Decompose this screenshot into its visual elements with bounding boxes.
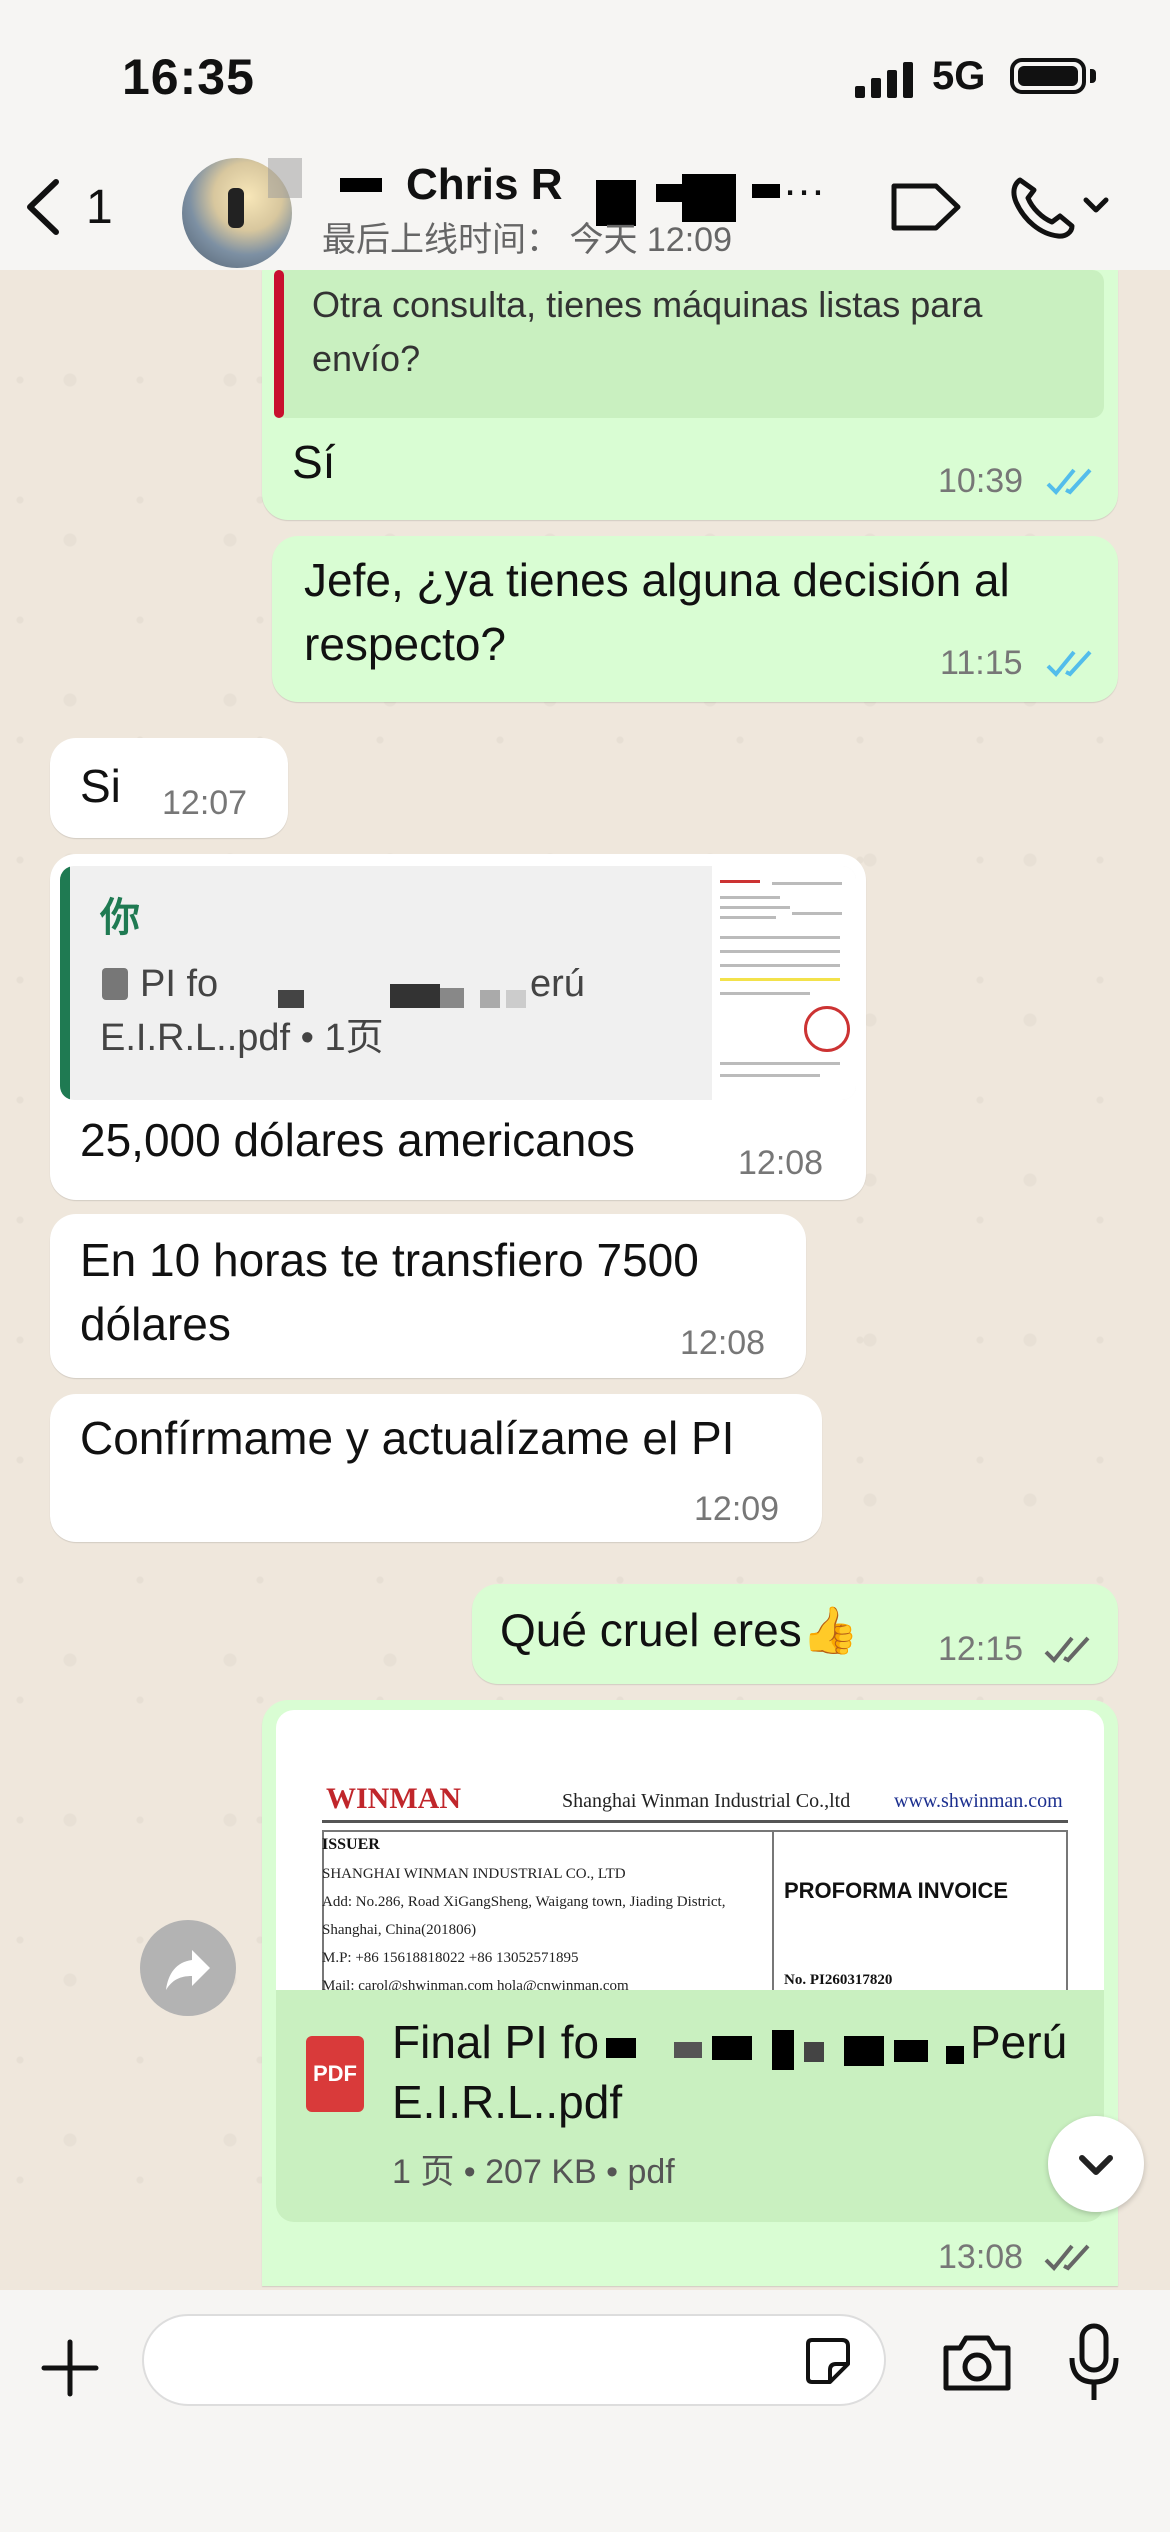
chat-header: 1 Chris R … 最后上线时间： 今天 12:09 xyxy=(0,150,1170,270)
outgoing-document-message[interactable]: WINMAN Shanghai Winman Industrial Co.,lt… xyxy=(262,1700,1118,2286)
quote-text: Otra consulta, tienes máquinas listas pa… xyxy=(312,284,983,379)
message-time: 10:39 xyxy=(938,462,1024,500)
last-seen-status: 最后上线时间： 今天 12:09 xyxy=(322,221,732,259)
back-button[interactable]: 1 xyxy=(20,172,113,242)
incoming-message[interactable]: En 10 horas te transfiero 7500 dólares 1… xyxy=(50,1214,806,1378)
redaction-mark xyxy=(674,2042,702,2058)
message-time: 11:15 xyxy=(940,644,1023,682)
forward-icon xyxy=(166,1950,210,1990)
issuer-label: ISSUER xyxy=(322,1836,380,1853)
message-time: 12:09 xyxy=(694,1490,780,1528)
company-title: Shanghai Winman Industrial Co.,ltd xyxy=(562,1790,851,1812)
redaction-mark xyxy=(946,2046,964,2064)
video-call-icon[interactable] xyxy=(886,176,964,238)
status-time: 16:35 xyxy=(122,49,255,105)
read-ticks-icon xyxy=(1046,468,1092,495)
network-type: 5G xyxy=(932,54,986,98)
redaction-mark xyxy=(340,178,382,192)
message-time: 12:07 xyxy=(162,784,248,822)
redaction-mark xyxy=(656,184,682,202)
incoming-message[interactable]: Confírmame y actualízame el PI 12:09 xyxy=(50,1394,822,1542)
redaction-mark xyxy=(440,988,464,1008)
plus-icon[interactable] xyxy=(40,2338,100,2398)
signal-icon xyxy=(855,60,915,98)
delivered-ticks-icon xyxy=(1044,1636,1090,1663)
quote-doc-name-end: erú xyxy=(530,963,585,1005)
outgoing-message[interactable]: Qué cruel eres👍 12:15 xyxy=(472,1584,1118,1684)
invoice-number: No. PI260317820 xyxy=(784,1972,893,1988)
message-text: 25,000 dólares americanos xyxy=(80,1114,635,1166)
quote-bar xyxy=(60,866,70,1100)
file-meta: 1 页 • 207 KB • pdf xyxy=(392,2153,675,2191)
name-ellipsis: … xyxy=(782,156,826,205)
forward-button[interactable] xyxy=(140,1920,236,2016)
message-text: Si xyxy=(80,760,121,812)
quoted-document[interactable]: 你 PI fo erú E.I.R.L..pdf • 1页 xyxy=(60,866,856,1100)
chevron-down-icon xyxy=(1079,2155,1113,2175)
file-name-line2: E.I.R.L..pdf xyxy=(392,2076,623,2128)
phone-icon[interactable] xyxy=(1006,170,1116,242)
redaction-mark xyxy=(844,2036,884,2066)
message-input[interactable] xyxy=(142,2314,886,2406)
invoice-table xyxy=(322,1830,1068,2000)
outgoing-message[interactable]: Jefe, ¿ya tienes alguna decisión al resp… xyxy=(272,536,1118,702)
message-time: 12:08 xyxy=(738,1144,824,1182)
battery-icon xyxy=(1010,58,1086,94)
document-preview[interactable]: WINMAN Shanghai Winman Industrial Co.,lt… xyxy=(276,1710,1104,2000)
camera-icon[interactable] xyxy=(940,2332,1014,2394)
document-info-card[interactable]: PDF Final PI fo Perú E.I.R.L..pdf 1 页 • … xyxy=(276,1990,1104,2222)
pdf-icon-label: PDF xyxy=(313,2061,357,2086)
redaction-mark xyxy=(804,2042,824,2062)
brand-logo: WINMAN xyxy=(326,1782,461,1815)
message-time: 12:15 xyxy=(938,1630,1024,1668)
file-name: Final PI fo xyxy=(392,2016,600,2068)
message-time: 13:08 xyxy=(938,2238,1024,2276)
quote-bar xyxy=(274,270,284,418)
contact-name[interactable]: Chris R xyxy=(406,160,562,210)
chevron-left-icon xyxy=(27,179,59,235)
document-icon xyxy=(102,968,128,1000)
redaction-mark xyxy=(390,984,440,1008)
composer-bar xyxy=(0,2290,1170,2532)
message-text: En 10 horas te transfiero 7500 dólares xyxy=(80,1234,699,1350)
issuer-address: Add: No.286, Road XiGangSheng, Waigang t… xyxy=(322,1894,726,1910)
issuer-phone: M.P: +86 15618818022 +86 13052571895 xyxy=(322,1950,579,1966)
redaction-mark xyxy=(480,990,500,1008)
read-ticks-icon xyxy=(1046,650,1092,677)
message-text: Sí xyxy=(292,436,336,488)
redaction-mark xyxy=(772,2030,794,2070)
pdf-icon: PDF xyxy=(306,2036,364,2112)
incoming-message[interactable]: 你 PI fo erú E.I.R.L..pdf • 1页 25,000 dól… xyxy=(50,854,866,1200)
outgoing-message[interactable]: Otra consulta, tienes máquinas listas pa… xyxy=(262,270,1118,520)
company-website: www.shwinman.com xyxy=(894,1790,1063,1812)
divider xyxy=(772,1830,774,2000)
redaction-mark xyxy=(752,184,780,198)
redaction-mark xyxy=(506,990,526,1008)
quote-sender: 你 xyxy=(100,896,140,940)
redaction-mark xyxy=(894,2040,928,2062)
issuer-city: Shanghai, China(201806) xyxy=(322,1922,477,1938)
message-text: Qué cruel eres👍 xyxy=(500,1604,859,1656)
document-thumbnail xyxy=(712,866,856,1100)
file-name-end: Perú xyxy=(970,2016,1068,2068)
quote-doc-meta: E.I.R.L..pdf • 1页 xyxy=(100,1017,384,1059)
issuer-name: SHANGHAI WINMAN INDUSTRIAL CO., LTD xyxy=(322,1866,626,1882)
redaction-mark xyxy=(606,2038,636,2058)
status-bar: 16:35 5G xyxy=(0,0,1170,150)
document-type: PROFORMA INVOICE xyxy=(784,1878,1009,1903)
incoming-message[interactable]: Si 12:07 xyxy=(50,738,288,838)
unread-count: 1 xyxy=(86,180,113,234)
delivered-ticks-icon xyxy=(1044,2244,1090,2271)
message-text: Confírmame y actualízame el PI xyxy=(80,1412,735,1464)
message-time: 12:08 xyxy=(680,1324,766,1362)
redaction-mark xyxy=(712,2036,752,2060)
divider xyxy=(322,1820,1068,1823)
battery-tip xyxy=(1090,69,1096,83)
sticker-icon[interactable] xyxy=(800,2334,854,2388)
microphone-icon[interactable] xyxy=(1068,2322,1120,2404)
scroll-to-bottom-button[interactable] xyxy=(1048,2116,1144,2212)
redaction-mark xyxy=(268,158,302,198)
